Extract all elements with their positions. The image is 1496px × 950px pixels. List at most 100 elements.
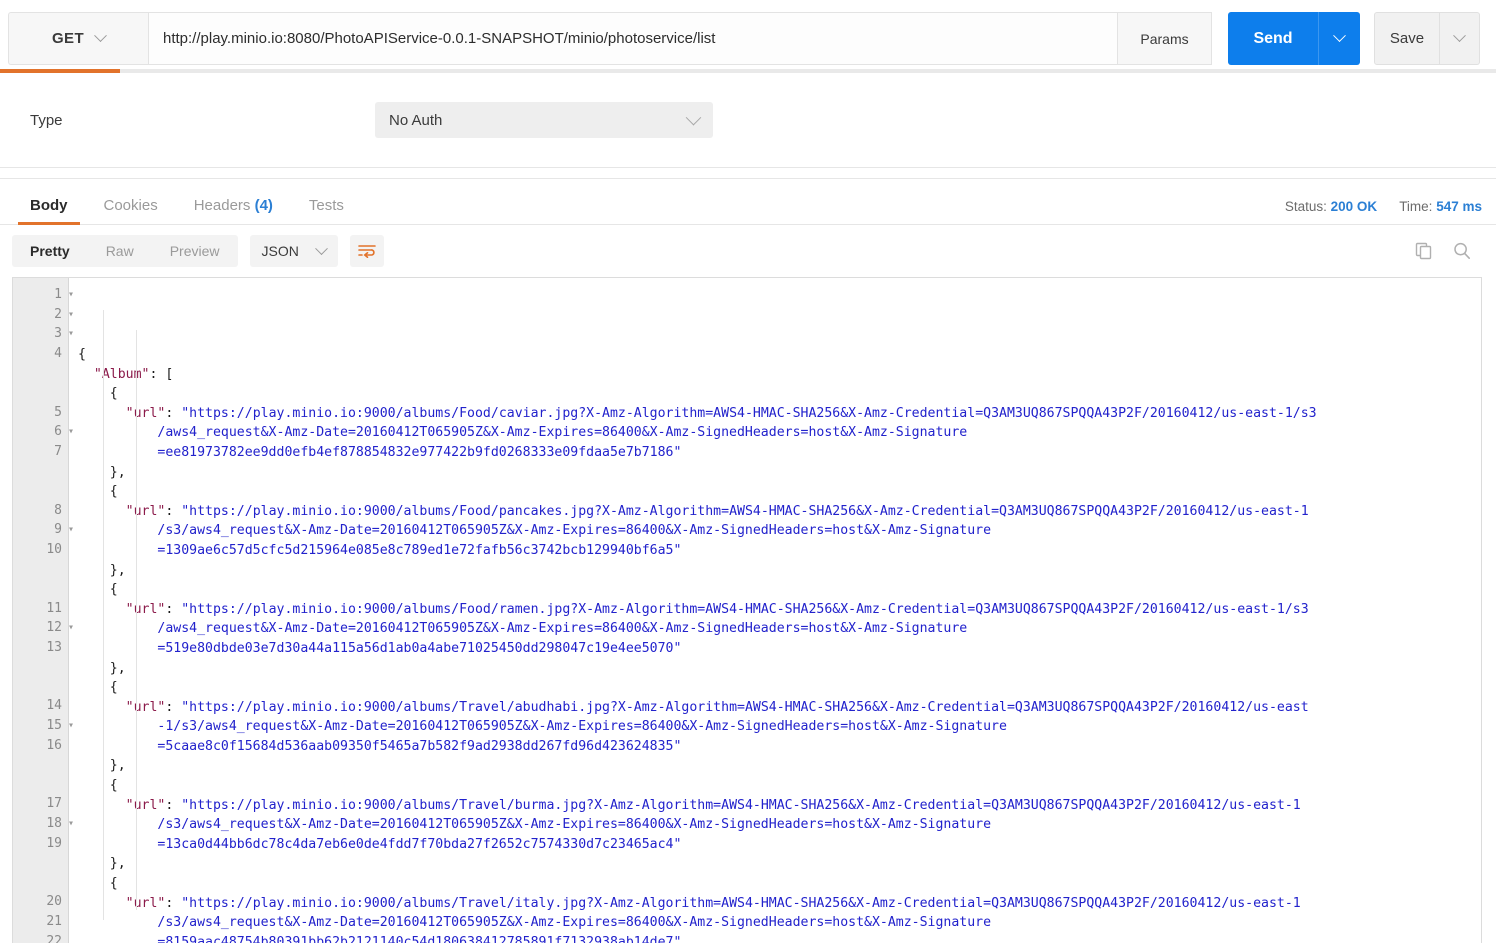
indent-guide — [103, 310, 104, 920]
code-line: "url": "https://play.minio.io:9000/album… — [78, 600, 1481, 620]
response-tab-bar: Body Cookies Headers (4) Tests Status: 2… — [0, 179, 1496, 224]
code-line: =8159aac48754b80391bb62b2121140c54d18063… — [78, 933, 1481, 943]
view-mode-preview[interactable]: Preview — [152, 235, 238, 267]
code-line: /s3/aws4_request&X-Amz-Date=20160412T065… — [78, 521, 1481, 541]
auth-type-label: Type — [30, 112, 375, 129]
params-button-label: Params — [1140, 31, 1188, 47]
response-body-viewer[interactable]: 1▾2▾3▾456▾789▾101112▾131415▾161718▾19202… — [12, 277, 1482, 943]
json-code-content[interactable]: { "Album": [ { "url": "https://play.mini… — [69, 278, 1481, 943]
code-line: }, — [78, 561, 1481, 581]
search-icon — [1452, 241, 1472, 261]
send-button-label: Send — [1253, 30, 1292, 48]
code-line: { — [78, 580, 1481, 600]
active-tab-indicator — [0, 69, 120, 73]
line-number: 15▾ — [13, 716, 68, 736]
line-number: 7 — [13, 442, 68, 462]
status-badge: Status: 200 OK — [1285, 199, 1377, 214]
word-wrap-icon — [358, 244, 376, 258]
chevron-down-icon — [94, 29, 107, 42]
code-line: "url": "https://play.minio.io:9000/album… — [78, 894, 1481, 914]
send-button[interactable]: Send — [1228, 12, 1318, 65]
tab-tests-label: Tests — [309, 197, 344, 214]
line-number-continuation — [13, 657, 68, 677]
code-line: }, — [78, 854, 1481, 874]
line-number: 16 — [13, 736, 68, 756]
line-number-continuation — [13, 853, 68, 873]
line-number: 2▾ — [13, 305, 68, 325]
code-line: { — [78, 874, 1481, 894]
copy-button[interactable] — [1414, 241, 1434, 261]
request-tab-underline — [0, 69, 1496, 73]
code-line: "url": "https://play.minio.io:9000/album… — [78, 796, 1481, 816]
auth-type-value: No Auth — [389, 112, 442, 129]
line-number-continuation — [13, 559, 68, 579]
code-line: }, — [78, 463, 1481, 483]
code-line: { — [78, 776, 1481, 796]
code-line: /aws4_request&X-Amz-Date=20160412T065905… — [78, 423, 1481, 443]
save-button[interactable]: Save — [1374, 12, 1440, 65]
http-method-label: GET — [52, 30, 84, 47]
time-value: 547 ms — [1436, 199, 1482, 214]
code-line: /aws4_request&X-Amz-Date=20160412T065905… — [78, 619, 1481, 639]
tab-cookies[interactable]: Cookies — [86, 197, 176, 224]
send-button-group: Send — [1228, 12, 1360, 65]
code-line: =ee81973782ee9dd0efb4ef878854832e977422b… — [78, 443, 1481, 463]
line-number-gutter: 1▾2▾3▾456▾789▾101112▾131415▾161718▾19202… — [13, 278, 69, 943]
line-number-continuation — [13, 873, 68, 893]
tab-headers[interactable]: Headers (4) — [176, 197, 291, 224]
response-body-toolbar: Pretty Raw Preview JSON — [0, 225, 1496, 277]
response-actions — [1414, 241, 1482, 261]
line-number: 4 — [13, 344, 68, 364]
tab-body-label: Body — [30, 197, 68, 214]
tab-tests[interactable]: Tests — [291, 197, 362, 224]
save-options-button[interactable] — [1440, 12, 1480, 65]
code-line: =13ca0d44bb6dc78c4da7eb6e0de4fdd7f70bda2… — [78, 835, 1481, 855]
code-line: }, — [78, 659, 1481, 679]
tab-cookies-label: Cookies — [104, 197, 158, 214]
response-meta: Status: 200 OK Time: 547 ms — [1285, 199, 1482, 224]
auth-type-select[interactable]: No Auth — [375, 102, 713, 138]
indent-guide — [136, 330, 137, 910]
code-line: "url": "https://play.minio.io:9000/album… — [78, 404, 1481, 424]
code-line: =1309ae6c57d5cfc5d215964e085e8c789ed1e72… — [78, 541, 1481, 561]
tab-headers-label: Headers — [194, 197, 251, 214]
view-mode-raw-label: Raw — [106, 243, 134, 259]
spacer — [0, 168, 1496, 178]
code-line: { — [78, 345, 1481, 365]
request-url-input[interactable] — [148, 12, 1117, 65]
code-line: { — [78, 384, 1481, 404]
line-number-continuation — [13, 383, 68, 403]
line-number-continuation — [13, 755, 68, 775]
status-value: 200 OK — [1331, 199, 1378, 214]
view-mode-raw[interactable]: Raw — [88, 235, 152, 267]
response-format-select[interactable]: JSON — [250, 235, 338, 267]
line-number: 5 — [13, 403, 68, 423]
line-number: 21 — [13, 912, 68, 932]
line-number: 13 — [13, 638, 68, 658]
line-number-continuation — [13, 481, 68, 501]
line-number: 14 — [13, 696, 68, 716]
line-number-continuation — [13, 461, 68, 481]
http-method-selector[interactable]: GET — [8, 12, 148, 65]
code-line: /s3/aws4_request&X-Amz-Date=20160412T065… — [78, 815, 1481, 835]
line-number: 1▾ — [13, 285, 68, 305]
tab-body[interactable]: Body — [12, 197, 86, 224]
status-label: Status: — [1285, 199, 1327, 214]
view-mode-pretty[interactable]: Pretty — [12, 235, 88, 267]
view-mode-preview-label: Preview — [170, 243, 220, 259]
line-number-continuation — [13, 363, 68, 383]
response-format-value: JSON — [262, 243, 299, 259]
word-wrap-toggle[interactable] — [350, 235, 384, 267]
code-line: { — [78, 482, 1481, 502]
search-button[interactable] — [1452, 241, 1472, 261]
time-badge: Time: 547 ms — [1399, 199, 1482, 214]
line-number-continuation — [13, 677, 68, 697]
code-line: "url": "https://play.minio.io:9000/album… — [78, 698, 1481, 718]
request-bar: GET Params Send Save — [0, 0, 1496, 69]
params-button[interactable]: Params — [1117, 12, 1212, 65]
line-number: 9▾ — [13, 520, 68, 540]
line-number: 17 — [13, 794, 68, 814]
code-line: { — [78, 678, 1481, 698]
send-options-button[interactable] — [1318, 12, 1360, 65]
code-line: =5caae8c0f15684d536aab09350f5465a7b582f9… — [78, 737, 1481, 757]
